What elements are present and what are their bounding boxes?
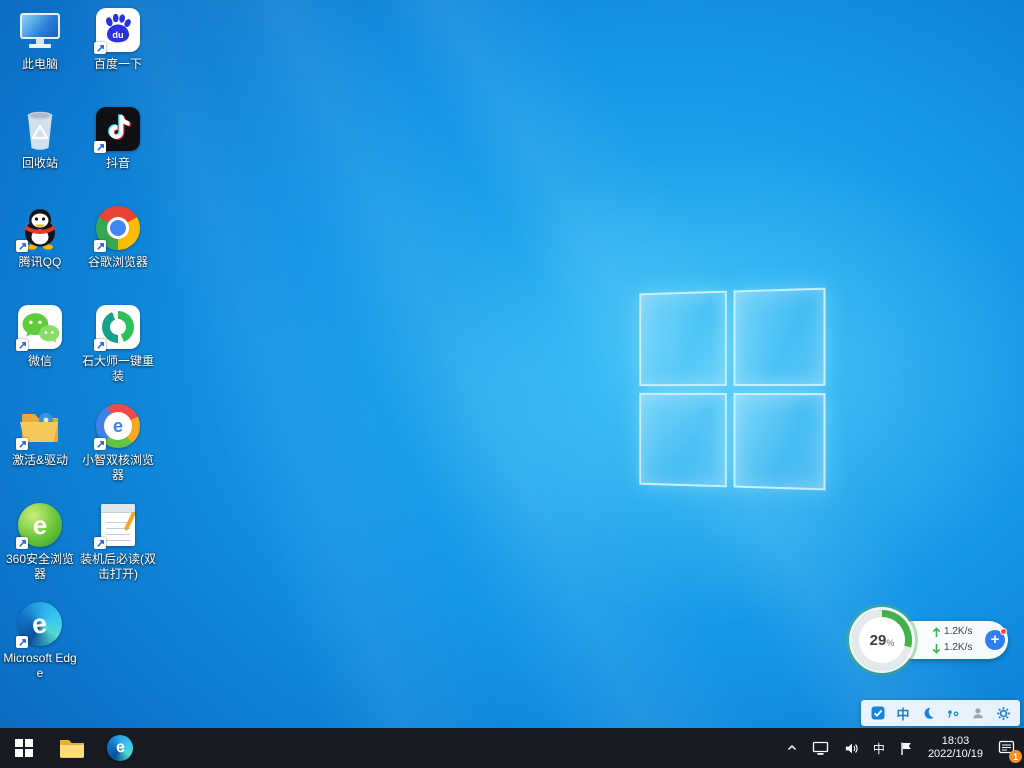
desktop-icon-shidashi[interactable]: 石大师一键重装 xyxy=(79,303,157,384)
ethernet-network-icon xyxy=(812,741,829,756)
tray-notification-button[interactable]: 1 xyxy=(991,728,1022,768)
upload-arrow-icon xyxy=(932,627,941,638)
desktop-icon-label: 抖音 xyxy=(79,156,157,171)
360-browser-icon xyxy=(16,501,64,549)
taskbar-edge-button[interactable] xyxy=(96,728,144,768)
desktop-icon-label: 此电脑 xyxy=(1,57,79,72)
tray-chevron-button[interactable] xyxy=(779,728,805,768)
upload-speed-value: 1.2K/s xyxy=(944,625,972,639)
flag-icon xyxy=(899,741,913,756)
download-speed-value: 1.2K/s xyxy=(944,641,972,655)
desktop-icon-microsoft-edge[interactable]: Microsoft Edge xyxy=(1,600,79,681)
ime-user-icon[interactable] xyxy=(967,702,989,724)
desktop-icon-label: 腾讯QQ xyxy=(1,255,79,270)
tray-clock[interactable]: 18:03 2022/10/19 xyxy=(920,728,991,768)
desktop-icon-douyin[interactable]: 抖音 xyxy=(79,105,157,171)
edge-icon xyxy=(16,600,64,648)
notification-badge: 1 xyxy=(1009,750,1022,763)
ime-settings-gear-icon[interactable] xyxy=(992,702,1014,724)
shortcut-arrow-icon xyxy=(94,141,106,153)
notepad-icon xyxy=(94,501,142,549)
shortcut-arrow-icon xyxy=(94,240,106,252)
desktop-icon-recycle-bin[interactable]: 回收站 xyxy=(1,105,79,171)
desktop: 此电脑 回收站 xyxy=(0,0,1024,768)
desktop-icon-activation-drivers[interactable]: 激活&驱动 xyxy=(1,402,79,468)
clock-date: 2022/10/19 xyxy=(928,748,983,761)
desktop-icon-label: 360安全浏览器 xyxy=(1,552,79,582)
desktop-icon-label: 百度一下 xyxy=(79,57,157,72)
desktop-icon-label: 微信 xyxy=(1,354,79,369)
tray-volume-button[interactable] xyxy=(836,728,866,768)
shortcut-arrow-icon xyxy=(16,537,28,549)
desktop-icon-360-browser[interactable]: 360安全浏览器 xyxy=(1,501,79,582)
desktop-icon-readme[interactable]: 装机后必读(双击打开) xyxy=(79,501,157,582)
download-speed-row: 1.2K/s xyxy=(932,641,972,655)
tray-network-button[interactable] xyxy=(805,728,836,768)
this-pc-icon xyxy=(16,6,64,54)
gauge-percent-unit: % xyxy=(886,638,894,648)
ime-fullwidth-moon-icon[interactable] xyxy=(917,702,939,724)
windows-logo-pane xyxy=(639,392,726,487)
desktop-icon-label: 激活&驱动 xyxy=(1,453,79,468)
windows-logo-pane xyxy=(733,392,825,490)
shortcut-arrow-icon xyxy=(94,339,106,351)
shortcut-arrow-icon xyxy=(94,537,106,549)
notification-dot xyxy=(1000,628,1007,635)
shidashi-icon xyxy=(94,303,142,351)
desktop-icon-chrome[interactable]: 谷歌浏览器 xyxy=(79,204,157,270)
windows-logo-pane xyxy=(733,288,825,386)
desktop-icon-xiaozhi-browser[interactable]: 小智双核浏览器 xyxy=(79,402,157,483)
start-button[interactable] xyxy=(0,728,48,768)
taskbar: 中 18:03 2022/10/19 1 xyxy=(0,728,1024,768)
baidu-icon: du xyxy=(94,6,142,54)
shortcut-arrow-icon xyxy=(16,240,28,252)
ime-toolbar: 中 xyxy=(861,700,1020,726)
ime-lang-toggle[interactable]: 中 xyxy=(892,702,914,724)
windows-start-icon xyxy=(15,739,33,757)
upload-speed-row: 1.2K/s xyxy=(932,625,972,639)
taskbar-file-explorer-button[interactable] xyxy=(48,728,96,768)
wallpaper-windows-logo xyxy=(639,288,825,491)
douyin-icon xyxy=(94,105,142,153)
ime-logo-icon[interactable] xyxy=(867,702,889,724)
ime-punctuation-icon[interactable] xyxy=(942,702,964,724)
folder-disc-icon xyxy=(16,402,64,450)
file-explorer-icon xyxy=(59,737,85,759)
desktop-icon-this-pc[interactable]: 此电脑 xyxy=(1,6,79,72)
desktop-icon-label: 装机后必读(双击打开) xyxy=(79,552,157,582)
memory-usage-gauge[interactable]: 29 % xyxy=(852,610,912,670)
gauge-percent-value: 29 xyxy=(870,632,887,649)
chevron-up-icon xyxy=(786,742,798,754)
edge-taskbar-icon xyxy=(107,735,133,761)
svg-text:du: du xyxy=(112,30,123,40)
desktop-icon-wechat[interactable]: 微信 xyxy=(1,303,79,369)
xiaozhi-browser-icon xyxy=(94,402,142,450)
shortcut-arrow-icon xyxy=(94,438,106,450)
system-tray: 中 18:03 2022/10/19 1 xyxy=(779,728,1024,768)
desktop-icon-label: Microsoft Edge xyxy=(1,651,79,681)
shortcut-arrow-icon xyxy=(94,42,106,54)
chrome-icon xyxy=(94,204,142,252)
shortcut-arrow-icon xyxy=(16,438,28,450)
desktop-icon-label: 回收站 xyxy=(1,156,79,171)
qq-icon xyxy=(16,204,64,252)
desktop-icon-label: 小智双核浏览器 xyxy=(79,453,157,483)
desktop-icon-tencent-qq[interactable]: 腾讯QQ xyxy=(1,204,79,270)
shortcut-arrow-icon xyxy=(16,636,28,648)
wechat-icon xyxy=(16,303,64,351)
desktop-icon-label: 石大师一键重装 xyxy=(79,354,157,384)
recycle-bin-icon xyxy=(16,105,64,153)
speaker-icon xyxy=(843,741,859,756)
download-arrow-icon xyxy=(932,643,941,654)
desktop-icon-baidu[interactable]: du 百度一下 xyxy=(79,6,157,72)
windows-logo-pane xyxy=(639,291,726,386)
net-speed-widget[interactable]: 1.2K/s 1.2K/s + 29 % xyxy=(852,610,1008,672)
tray-flag-button[interactable] xyxy=(892,728,920,768)
tray-input-language[interactable]: 中 xyxy=(866,728,892,768)
clock-time: 18:03 xyxy=(942,735,970,748)
desktop-icon-label: 谷歌浏览器 xyxy=(79,255,157,270)
shortcut-arrow-icon xyxy=(16,339,28,351)
